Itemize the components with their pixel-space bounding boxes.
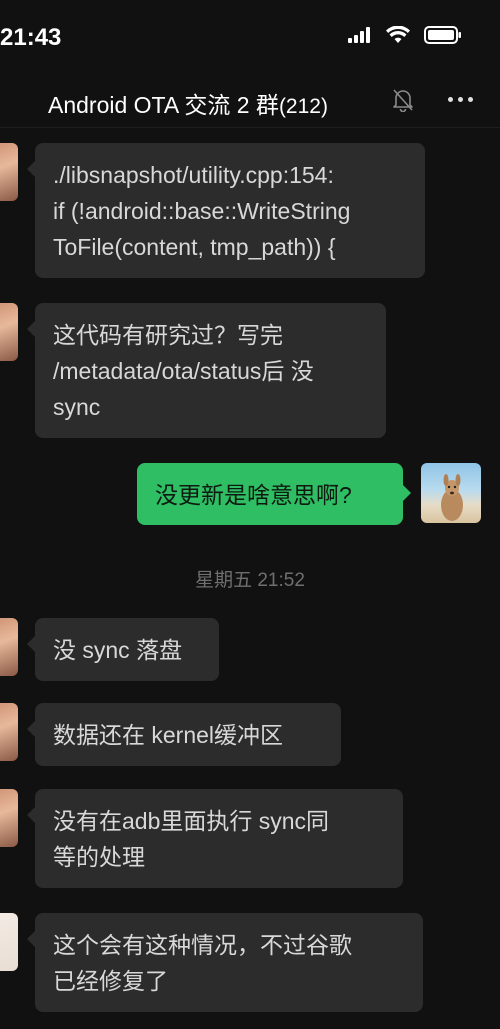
chat-title-text: Android OTA 交流 2 群 [48, 92, 279, 118]
message-line: if (!android::base::WriteString [53, 198, 351, 224]
chat-header: Android OTA 交流 2 群(212) [0, 72, 500, 128]
avatar[interactable] [0, 618, 18, 676]
cellular-signal-icon [348, 27, 370, 43]
avatar[interactable] [0, 913, 18, 971]
status-time: 21:43 [0, 24, 62, 51]
more-dot [457, 96, 463, 102]
message-bubble[interactable]: 没有在adb里面执行 sync同 等的处理 [27, 789, 403, 888]
member-count: (212) [278, 95, 328, 118]
avatar[interactable] [0, 303, 18, 361]
chat-title[interactable]: Android OTA 交流 2 群(212) [48, 86, 328, 120]
avatar[interactable] [0, 789, 18, 847]
message-bubble[interactable]: 这代码有研究过？写完 /metadata/ota/status后 没 sync [27, 303, 386, 438]
message-line: 已经修复了 [53, 968, 168, 994]
message-line: 没更新是啥意思啊? [155, 482, 352, 508]
message-line: 这个会有这种情况，不过谷歌 [53, 932, 352, 958]
more-dots-icon [447, 96, 453, 102]
message-line: ./libsnapshot/utility.cpp:154: [53, 162, 334, 188]
message-bubble[interactable]: 没 sync 落盘 [27, 618, 219, 681]
message-line: /metadata/ota/status后 没 [53, 358, 314, 384]
bell-slash-icon [393, 89, 413, 112]
message-line: 没 sync 落盘 [53, 637, 183, 663]
avatar[interactable] [0, 143, 18, 201]
message-line: 数据还在 kernel缓冲区 [53, 722, 284, 748]
message-bubble[interactable]: 数据还在 kernel缓冲区 [27, 703, 341, 766]
message-bubble[interactable]: 这个会有这种情况，不过谷歌 已经修复了 [27, 913, 423, 1012]
chat-timestamp: 星期五 21:52 [195, 570, 305, 591]
message-line: sync [53, 394, 101, 420]
avatar[interactable] [0, 703, 18, 761]
message-line: 这代码有研究过？写完 [53, 322, 283, 348]
message-line: 没有在adb里面执行 sync同 [53, 808, 330, 834]
more-dot [467, 96, 473, 102]
message-line: ToFile(content, tmp_path)) { [53, 234, 336, 260]
status-icons [348, 26, 462, 44]
kangaroo-avatar-image [441, 474, 463, 521]
wifi-icon [386, 26, 410, 43]
message-bubble[interactable]: ./libsnapshot/utility.cpp:154: if (!andr… [27, 143, 425, 278]
avatar-self[interactable] [421, 463, 481, 523]
battery-icon [424, 26, 461, 44]
status-bar: 21:43 [0, 0, 500, 72]
message-line: 等的处理 [53, 844, 145, 870]
message-bubble-self[interactable]: 没更新是啥意思啊? [137, 463, 411, 525]
more-button[interactable] [440, 85, 480, 113]
